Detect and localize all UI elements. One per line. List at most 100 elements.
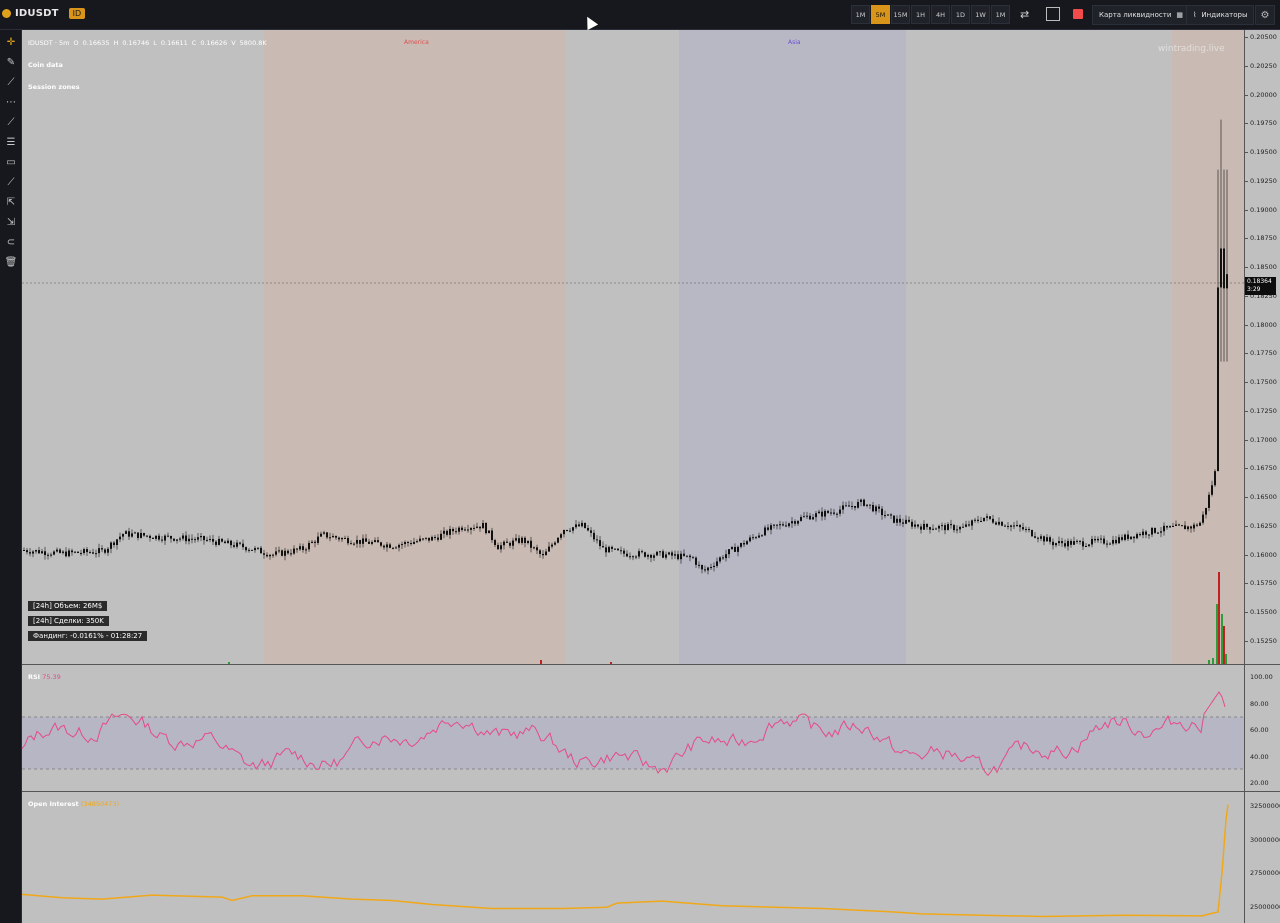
candle-body [86, 549, 88, 553]
candle-body [812, 517, 814, 520]
candle-body [800, 517, 802, 521]
ray-icon[interactable]: ⟋ [3, 114, 19, 130]
rectangle-icon[interactable]: ▭ [3, 154, 19, 170]
candle-body [1154, 527, 1156, 533]
settings-gear-icon[interactable]: ⚙ [1255, 5, 1275, 25]
candle-body [602, 546, 604, 548]
price-tick-label: 0.20000 [1250, 90, 1277, 99]
candle-body [209, 538, 211, 540]
timeframe-1d[interactable]: 1D [951, 5, 970, 24]
fib-levels-icon[interactable]: ☰ [3, 134, 19, 150]
candle-body [230, 540, 232, 546]
long-position-icon[interactable]: ⇱ [3, 194, 19, 210]
candle-body [1118, 537, 1120, 544]
price-tick-label: 0.15500 [1250, 608, 1277, 616]
short-position-icon[interactable]: ⇲ [3, 214, 19, 230]
record-button[interactable] [1073, 9, 1083, 19]
main-chart-pane[interactable]: IDUSDT · 5m O 0.16635 H 0.16746 L 0.16611 C… [22, 30, 1244, 664]
candle-body [1163, 525, 1165, 532]
rsi-axis[interactable]: 100.00 80.00 60.00 40.00 20.00 [1244, 665, 1280, 791]
candle-body [872, 505, 874, 512]
trash-icon[interactable]: 🗑 [3, 254, 19, 270]
price-tick-mark [1245, 94, 1248, 96]
close-label: C [191, 39, 197, 47]
candle-body [1172, 526, 1174, 528]
timeframe-5m[interactable]: 5M [871, 5, 890, 24]
indicators-button[interactable]: ⌇ Индикаторы [1186, 5, 1255, 25]
swap-arrows-icon[interactable]: ⇄ [1020, 8, 1029, 21]
legend-session-zones[interactable]: Session zones [28, 83, 80, 91]
timeframe-1m[interactable]: 1M [851, 5, 870, 24]
candle-body [515, 538, 517, 541]
candle-body [932, 528, 934, 530]
candle-body [590, 530, 592, 533]
candle-body [242, 543, 244, 548]
volume-bar [1221, 614, 1223, 664]
candle-body [356, 539, 358, 544]
open-interest-pane[interactable]: Open Interest (34850473) [22, 792, 1244, 923]
crosshair-icon[interactable]: ✛ [3, 34, 19, 50]
timeframe-4h[interactable]: 4H [931, 5, 950, 24]
candle-body [782, 524, 784, 526]
price-tick-mark [1245, 439, 1248, 441]
candle-body [446, 530, 448, 535]
rsi-legend[interactable]: RSI 75.39 [28, 673, 61, 681]
timeframe-15m[interactable]: 15M [891, 5, 910, 24]
candle-body [752, 537, 754, 539]
candle-body [1070, 540, 1072, 545]
theme-toggle-button[interactable] [1046, 7, 1060, 21]
candle-body [269, 554, 271, 557]
candle-body [971, 520, 973, 526]
symbol-selector[interactable]: IDUSDT ID [2, 8, 86, 19]
oi-tick-label: 27500000 [1250, 869, 1280, 877]
horizontal-ray-icon[interactable]: ⋯ [3, 94, 19, 110]
candle-body [788, 523, 790, 527]
candle-body [548, 546, 550, 552]
candle-body [914, 524, 916, 527]
candle-body [977, 519, 979, 521]
candle-body [371, 541, 373, 544]
candle-body [128, 531, 130, 537]
candle-body [338, 537, 340, 540]
candle-body [353, 543, 355, 545]
candle-body [464, 529, 466, 531]
candle-body [1157, 532, 1159, 534]
candle-body [218, 538, 220, 545]
candle-body [1148, 534, 1150, 536]
candle-body [1022, 527, 1024, 530]
candle-body [704, 569, 706, 571]
candle-body [341, 538, 343, 540]
oi-axis[interactable]: 32500000 30000000 27500000 25000000 [1244, 792, 1280, 923]
magnet-icon[interactable]: ⊂ [3, 234, 19, 250]
pencil-icon[interactable]: ✎ [3, 54, 19, 70]
timeframe-1h[interactable]: 1H [911, 5, 930, 24]
candle-body [1034, 536, 1036, 538]
candle-body [965, 524, 967, 527]
candle-body [1082, 541, 1084, 547]
price-tick-label: 0.17750 [1250, 349, 1277, 358]
candle-body [857, 501, 859, 508]
candle-body [917, 524, 919, 527]
timeframe-1w[interactable]: 1W [971, 5, 990, 24]
candle-body [1016, 525, 1018, 527]
candle-body [821, 511, 823, 517]
price-tick-label: 0.18000 [1250, 320, 1277, 329]
candle-body [740, 543, 742, 547]
drawing-toolbar: ✛ ✎ ⟋ ⋯ ⟋ ☰ ▭ ⟋ ⇱ ⇲ ⊂ 🗑 [0, 30, 22, 923]
ruler-icon[interactable]: ⟋ [3, 174, 19, 190]
timeframe-1month[interactable]: 1M [991, 5, 1010, 24]
candle-body [737, 546, 739, 552]
america-session-zone-2 [1172, 30, 1244, 664]
candle-body [251, 549, 253, 551]
legend-coin-data[interactable]: Coin data [28, 61, 63, 69]
watermark: wintrading.live [1158, 44, 1225, 54]
candle-body [224, 541, 226, 544]
candle-body [1037, 537, 1039, 539]
trend-line-icon[interactable]: ⟋ [3, 74, 19, 90]
candle-body [350, 543, 352, 545]
liquidity-map-button[interactable]: Карта ликвидности ▦ [1092, 5, 1191, 25]
oi-legend[interactable]: Open Interest (34850473) [28, 800, 119, 808]
rsi-pane[interactable]: RSI 75.39 [22, 665, 1244, 791]
candle-body [1007, 525, 1009, 527]
price-axis[interactable]: 0.20500 0.20250 0.20000 0.19750 0.19500 0.192… [1244, 30, 1280, 664]
